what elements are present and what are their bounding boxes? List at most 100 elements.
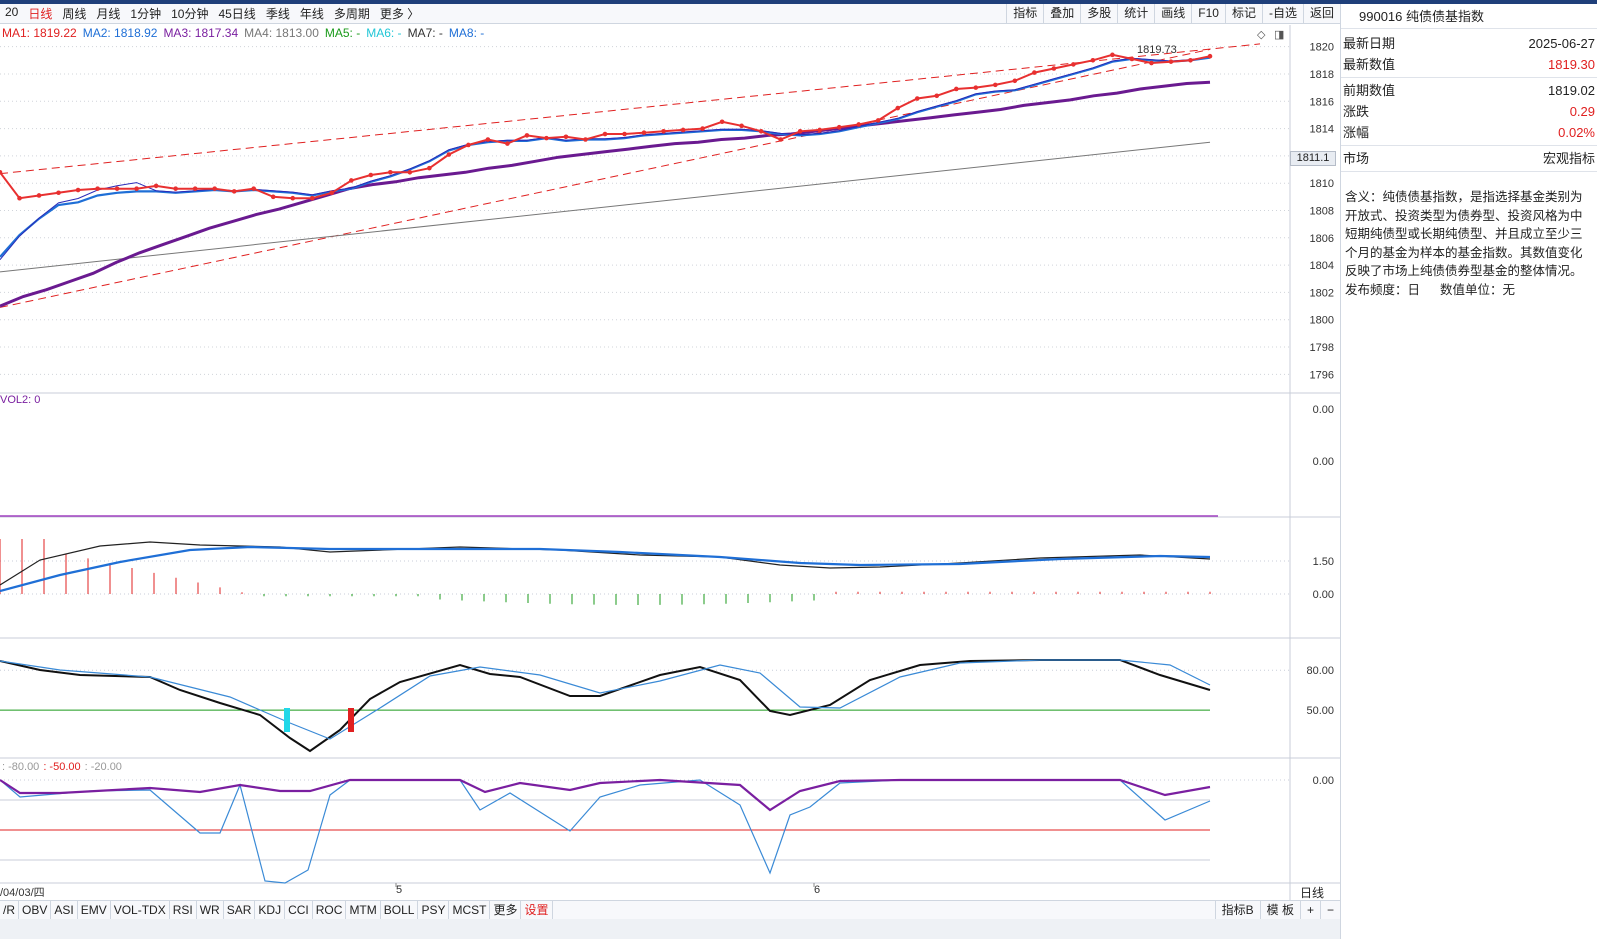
indicator-tab-14[interactable]: MCST [449, 901, 491, 919]
ma1-point-2 [36, 193, 42, 198]
macd-tick-1: 0.00 [1313, 589, 1334, 601]
x-label-2: 6 [814, 884, 821, 896]
panel-c-row-0: 市场 宏观指标 [1341, 148, 1597, 169]
ma1-point-18 [348, 178, 354, 183]
vol-tick-1: 0.00 [1313, 456, 1334, 468]
ma3-line [0, 80, 1211, 308]
indicator-tab-4[interactable]: VOL-TDX [111, 901, 170, 919]
tool-button-6[interactable]: 标记 [1224, 4, 1262, 24]
period-tab-8[interactable]: 年线 [295, 5, 329, 22]
chart-area[interactable]: 1820181818161814181218101808180618041802… [0, 25, 1340, 900]
period-tab-6[interactable]: 45日线 [213, 5, 260, 22]
bottom-right-button-2[interactable]: + [1299, 901, 1320, 919]
indicator-tab-2[interactable]: ASI [51, 901, 78, 919]
price-tick-8: 1804 [1310, 260, 1334, 272]
price-tick-7: 1806 [1310, 233, 1334, 245]
ma-legend-3: MA3: 1817.34 [163, 26, 239, 40]
panel-b-row-1: 涨跌 0.29 [1341, 101, 1597, 122]
vol2-label: VOL2: 0 [0, 394, 41, 406]
bottom-right-button-3[interactable]: − [1319, 901, 1340, 919]
indicator-tab-11[interactable]: MTM [346, 901, 381, 919]
info-panel: 990016 纯债债基指数 最新日期 2025-06-27 最新数值 1819.30 … [1340, 4, 1597, 939]
k-chart[interactable]: 1820181818161814181218101808180618041802… [0, 25, 1340, 900]
period-tab-5[interactable]: 10分钟 [166, 5, 213, 22]
period-toolbar: 20 日线 周线 月线 1分钟 10分钟 45日线 季线 年线 多周期 更多 〉 指标 叠加 多股 统计画… [0, 4, 1340, 24]
indicator-tab-1[interactable]: OBV [19, 901, 52, 919]
ma1-point-31 [602, 131, 608, 137]
panel-a-key-1: 最新数值 [1343, 57, 1396, 72]
indicator-tab-0[interactable]: /R [0, 901, 19, 919]
period-tab-0[interactable]: 20 [0, 5, 23, 22]
indicator-tab-5[interactable]: RSI [170, 901, 197, 919]
ma1-point-46 [895, 105, 901, 111]
trend-upper-line [0, 43, 1261, 175]
ma1-point-45 [875, 118, 881, 123]
ma1-point-42 [817, 127, 822, 133]
indicator-tab-15[interactable]: 更多 [490, 901, 522, 919]
ma-legend-4: MA4: 1813.00 [244, 26, 319, 40]
ma1-point-11 [212, 186, 217, 191]
tool-button-4[interactable]: 画线 [1154, 4, 1191, 24]
panel-a-row-1: 最新数值 1819.30 [1341, 54, 1597, 75]
ma1-point-52 [1012, 78, 1018, 84]
bottom-right-buttons: 指标B 模 板 + − [1214, 901, 1340, 919]
tool-button-0[interactable]: 指标 [1006, 4, 1043, 24]
bottom-right-button-0[interactable]: 指标B [1214, 901, 1260, 919]
tool-button-5[interactable]: F10 [1191, 4, 1225, 24]
indicator-tab-10[interactable]: ROC [313, 901, 347, 919]
ma1-point-16 [309, 195, 315, 201]
indicator-tab-3[interactable]: EMV [78, 901, 111, 919]
period-tab-4[interactable]: 1分钟 [125, 5, 166, 22]
period-tab-3[interactable]: 月线 [91, 5, 125, 22]
wr-legend-c: : -20.00 [84, 761, 122, 773]
panel-b-row-2: 涨幅 0.02% [1341, 122, 1597, 143]
ma1-point-51 [993, 82, 998, 88]
ma1-point-36 [700, 126, 705, 131]
ma-legend-7: MA7: - [407, 26, 443, 40]
indicator-tab-7[interactable]: SAR [224, 901, 256, 919]
tool-button-3[interactable]: 统计 [1117, 4, 1154, 24]
indicator-tab-16[interactable]: 设置 [521, 901, 553, 919]
price-tick-0: 1820 [1310, 42, 1334, 54]
panel-freq: 发布频度：日 [1345, 282, 1421, 297]
price-tick-11: 1798 [1310, 342, 1334, 354]
indicator-tab-8[interactable]: KDJ [255, 901, 286, 919]
panel-rows-2: 前期数值 1819.02 涨跌 0.29 涨幅 0.02% [1341, 80, 1597, 143]
ma1-point-14 [270, 194, 276, 200]
tool-button-7[interactable]: -自选 [1261, 4, 1303, 24]
wr-line [0, 779, 1211, 884]
ma-legend-1: MA1: 1819.22 [2, 26, 77, 40]
ma-legend-2: MA2: 1818.92 [82, 26, 158, 40]
vol-tick-0: 0.00 [1313, 404, 1334, 416]
indicator-tabs: /R OBV ASI EMV VOL-TDX RSI WR SAR KDJ CCI ROC MTM BO… [0, 901, 553, 919]
indicator-tab-12[interactable]: BOLL [381, 901, 419, 919]
ma1-point-26 [505, 141, 510, 146]
period-tab-7[interactable]: 季线 [261, 5, 295, 22]
ma1-point-13 [251, 186, 257, 191]
ma1-point-10 [192, 186, 198, 191]
ma1-point-61 [1188, 58, 1193, 63]
ma1-point-49 [953, 86, 959, 92]
indicator-tab-13[interactable]: PSY [418, 901, 450, 919]
ma1-point-43 [836, 124, 842, 130]
panel-a-value-0: 2025-06-27 [1528, 36, 1596, 51]
ma1-line [0, 53, 1211, 200]
ma1-point-48 [934, 93, 940, 99]
tool-button-2[interactable]: 多股 [1080, 4, 1117, 24]
indicator-tab-9[interactable]: CCI [285, 901, 313, 919]
period-tab-1[interactable]: 日线 [23, 5, 57, 22]
period-tab-9[interactable]: 多周期 [329, 5, 375, 22]
ma-legend-5: MA5: - [324, 26, 361, 40]
indicator-tab-6[interactable]: WR [197, 901, 224, 919]
price-tick-1: 1818 [1310, 69, 1334, 81]
ma1-point-62 [1207, 53, 1213, 59]
tool-button-8[interactable]: 返回 [1302, 4, 1340, 24]
period-tab-2[interactable]: 周线 [57, 5, 91, 22]
ma1-point-55 [1071, 62, 1076, 67]
ma1-point-21 [407, 169, 413, 175]
bottom-right-button-1[interactable]: 模 板 [1259, 901, 1300, 919]
period-tab-10[interactable]: 更多 〉 [375, 5, 424, 22]
panel-unit: 数值单位：无 [1440, 282, 1516, 297]
tool-button-1[interactable]: 叠加 [1043, 4, 1080, 24]
ma1-point-27 [524, 133, 530, 138]
